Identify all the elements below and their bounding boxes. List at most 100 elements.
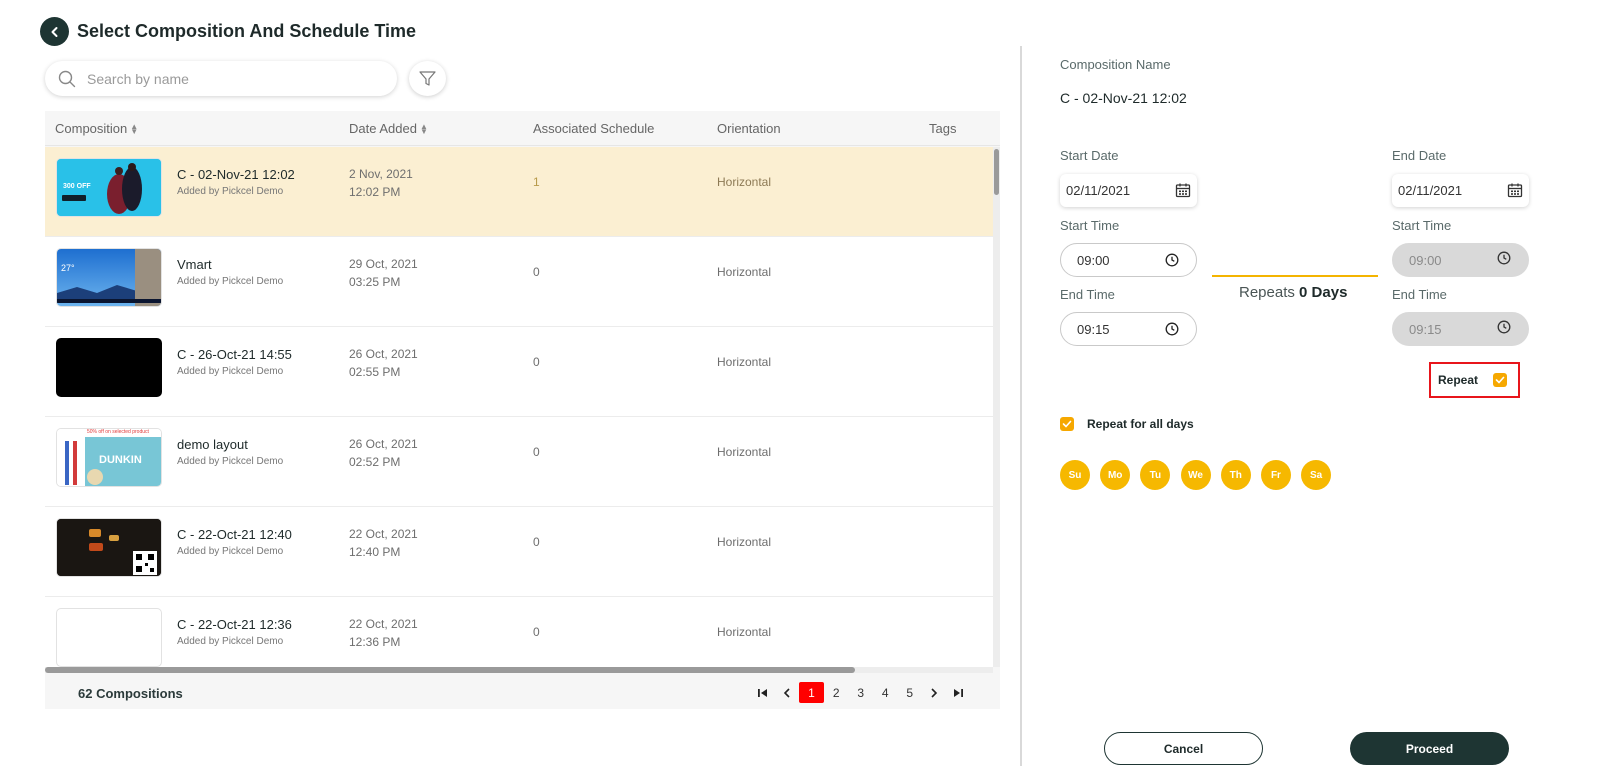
table-row[interactable]: C - 22-Oct-21 12:36 Added by Pickcel Dem… [45, 597, 993, 667]
orientation-value: Horizontal [717, 625, 772, 639]
table-body: 300 OFF C - 02-Nov-21 12:02 Added by Pic… [45, 147, 993, 667]
composition-name: demo layout [177, 437, 248, 452]
composition-name-value: C - 02-Nov-21 12:02 [1060, 90, 1187, 106]
composition-name: C - 26-Oct-21 14:55 [177, 347, 292, 362]
date-added-date: 22 Oct, 2021 [349, 617, 418, 631]
day-toggle-friday[interactable]: Fr [1260, 460, 1291, 490]
clock-icon [1497, 251, 1511, 265]
date-added-time: 02:52 PM [349, 455, 401, 469]
sort-icon[interactable]: ▲ ▼ [130, 122, 138, 135]
repeats-prefix: Repeats [1239, 284, 1295, 301]
date-added-time: 12:02 PM [349, 185, 401, 199]
composition-added-by: Added by Pickcel Demo [177, 546, 284, 557]
vertical-scrollbar-thumb[interactable] [994, 149, 999, 195]
table-row[interactable]: C - 22-Oct-21 12:40 Added by Pickcel Dem… [45, 507, 993, 597]
end-end-time-value: 09:15 [1409, 321, 1442, 337]
composition-name: C - 22-Oct-21 12:36 [177, 617, 292, 632]
day-toggle-wednesday[interactable]: We [1180, 460, 1211, 490]
chevron-left-icon [783, 687, 790, 698]
repeat-all-days-checkbox[interactable] [1060, 417, 1074, 431]
date-added-date: 2 Nov, 2021 [349, 167, 413, 181]
cancel-button[interactable]: Cancel [1104, 732, 1263, 765]
column-date-added[interactable]: Date Added ▲ ▼ [349, 121, 428, 136]
composition-table: Composition ▲ ▼ Date Added ▲ ▼ Associated … [45, 111, 1000, 709]
sort-icon[interactable]: ▲ ▼ [420, 122, 428, 135]
table-row[interactable]: 300 OFF C - 02-Nov-21 12:02 Added by Pic… [45, 147, 993, 237]
page-button-3[interactable]: 3 [849, 682, 874, 703]
end-date-input[interactable]: 02/11/2021 [1392, 174, 1529, 207]
composition-list-panel: Select Composition And Schedule Time Com… [0, 0, 1020, 784]
end-time-input[interactable]: 09:15 [1060, 312, 1197, 346]
repeats-value: 0 Days [1299, 284, 1348, 301]
repeat-checkbox[interactable] [1493, 373, 1508, 387]
composition-thumbnail: 27° [56, 248, 162, 307]
search-box[interactable] [45, 61, 397, 96]
pagination: 1 2 3 4 5 [750, 682, 971, 703]
date-added-time: 03:25 PM [349, 275, 401, 289]
checkmark-icon [1495, 376, 1505, 384]
date-added: 2 Nov, 2021 12:02 PM [349, 165, 413, 201]
column-composition[interactable]: Composition ▲ ▼ [55, 121, 138, 136]
day-toggle-sunday[interactable]: Su [1060, 460, 1090, 490]
filter-button[interactable] [409, 61, 446, 96]
first-page-button[interactable] [750, 682, 775, 703]
thumbnail-caption: 300 OFF [63, 183, 91, 190]
clock-icon [1165, 322, 1179, 336]
day-toggle-tuesday[interactable]: Tu [1140, 460, 1171, 490]
end-time-value: 09:15 [1077, 321, 1110, 337]
chevron-left-icon [51, 26, 57, 37]
horizontal-scrollbar[interactable] [45, 667, 993, 673]
repeat-toggle[interactable]: Repeat [1429, 362, 1520, 398]
page-header: Select Composition And Schedule Time [40, 17, 416, 46]
composition-name: C - 22-Oct-21 12:40 [177, 527, 292, 542]
day-toggle-saturday[interactable]: Sa [1301, 460, 1332, 490]
date-added-time: 02:55 PM [349, 365, 401, 379]
start-time-value: 09:00 [1077, 252, 1110, 268]
date-added: 26 Oct, 2021 02:52 PM [349, 435, 418, 471]
search-input[interactable] [87, 70, 367, 87]
repeats-divider [1212, 275, 1378, 277]
associated-schedule-count: 0 [533, 445, 540, 459]
thumbnail-image [57, 249, 161, 306]
page-button-4[interactable]: 4 [873, 682, 898, 703]
table-row[interactable]: C - 26-Oct-21 14:55 Added by Pickcel Dem… [45, 327, 993, 417]
date-added-date: 26 Oct, 2021 [349, 437, 418, 451]
start-time-input[interactable]: 09:00 [1060, 243, 1197, 277]
vertical-scrollbar[interactable] [993, 147, 1000, 667]
back-button[interactable] [40, 17, 69, 46]
calendar-icon[interactable] [1507, 182, 1523, 198]
repeats-summary: Repeats 0 Days [1239, 284, 1347, 301]
orientation-value: Horizontal [717, 175, 772, 189]
first-page-icon [757, 688, 767, 697]
next-page-button[interactable] [922, 682, 947, 703]
table-row[interactable]: 27° Vmart Added by Pickcel Demo 29 Oct, … [45, 237, 993, 327]
weekday-selector: Su Mo Tu We Th Fr Sa [1060, 460, 1341, 490]
chevron-right-icon [931, 687, 938, 698]
page-button-1[interactable]: 1 [799, 682, 824, 703]
start-date-input[interactable]: 02/11/2021 [1060, 174, 1197, 207]
repeat-all-days-toggle[interactable]: Repeat for all days [1060, 417, 1194, 431]
date-added-date: 26 Oct, 2021 [349, 347, 418, 361]
thumbnail-caption: DUNKIN [99, 454, 142, 466]
prev-page-button[interactable] [775, 682, 800, 703]
page-button-2[interactable]: 2 [824, 682, 849, 703]
end-time-label: End Time [1060, 287, 1115, 302]
end-start-time-input: 09:00 [1392, 243, 1529, 277]
proceed-button[interactable]: Proceed [1350, 732, 1509, 765]
last-page-button[interactable] [947, 682, 972, 703]
day-toggle-monday[interactable]: Mo [1100, 460, 1131, 490]
table-row[interactable]: 50% off on selected product DUNKIN demo … [45, 417, 993, 507]
last-page-icon [954, 688, 964, 697]
composition-thumbnail: 50% off on selected product DUNKIN [56, 428, 162, 487]
date-added-date: 29 Oct, 2021 [349, 257, 418, 271]
day-toggle-thursday[interactable]: Th [1220, 460, 1251, 490]
compositions-count: 62 Compositions [78, 686, 183, 701]
filter-icon [419, 71, 436, 86]
page-button-5[interactable]: 5 [898, 682, 923, 703]
composition-added-by: Added by Pickcel Demo [177, 276, 284, 287]
associated-schedule-count: 0 [533, 355, 540, 369]
horizontal-scrollbar-thumb[interactable] [45, 667, 855, 673]
date-added-time: 12:40 PM [349, 545, 401, 559]
thumbnail-image [57, 519, 161, 576]
calendar-icon[interactable] [1175, 182, 1191, 198]
